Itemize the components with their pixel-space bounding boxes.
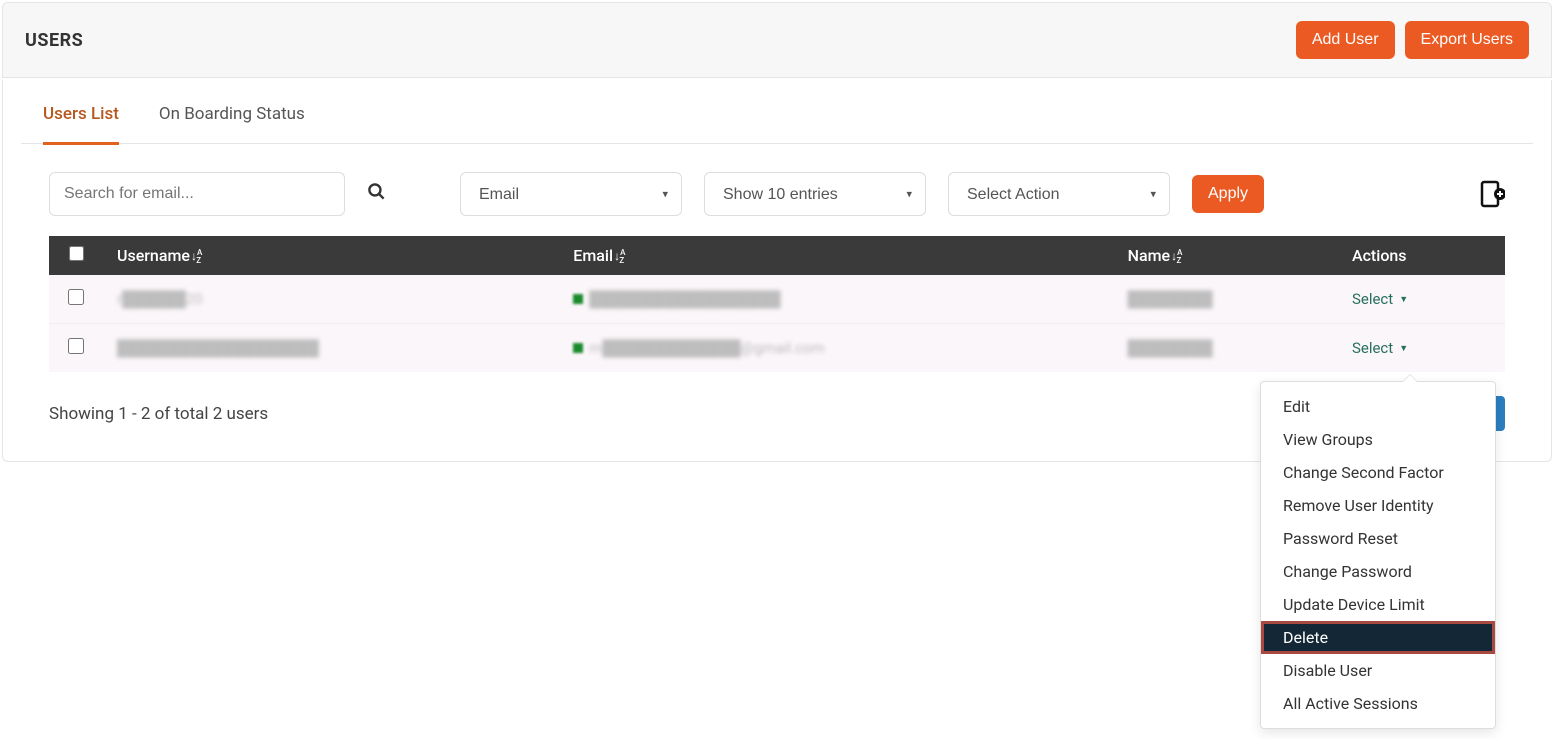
- status-dot-icon: [573, 294, 583, 304]
- row-actions-menu: Edit View Groups Change Second Factor Re…: [1260, 381, 1496, 729]
- row-checkbox[interactable]: [68, 289, 84, 305]
- col-email[interactable]: Email↓AZ: [559, 236, 1113, 275]
- menu-delete[interactable]: Delete: [1261, 621, 1495, 654]
- row-select-label: Select: [1352, 290, 1393, 308]
- dropdown-caret-icon: [1403, 375, 1417, 382]
- caret-down-icon: ▼: [1399, 343, 1408, 354]
- table-row: r██████20 ██████████████████ ████████ Se…: [49, 275, 1505, 324]
- row-select-dropdown[interactable]: Select ▼: [1352, 290, 1408, 308]
- col-name-label: Name: [1128, 246, 1170, 265]
- select-all-checkbox[interactable]: [69, 246, 84, 261]
- row-checkbox[interactable]: [68, 338, 84, 354]
- cell-email: ██████████████████: [589, 290, 780, 308]
- menu-change-second-factor[interactable]: Change Second Factor: [1261, 456, 1495, 489]
- menu-remove-user-identity[interactable]: Remove User Identity: [1261, 489, 1495, 522]
- menu-update-device-limit[interactable]: Update Device Limit: [1261, 588, 1495, 621]
- col-name[interactable]: Name↓AZ: [1114, 236, 1338, 275]
- col-username[interactable]: Username↓AZ: [103, 236, 559, 275]
- page-title: USERS: [25, 30, 83, 51]
- filter-row: Email ▾ Show 10 entries ▾ Select Action …: [3, 144, 1551, 236]
- page-header: USERS Add User Export Users: [2, 2, 1552, 78]
- menu-password-reset[interactable]: Password Reset: [1261, 522, 1495, 555]
- tab-onboarding-status[interactable]: On Boarding Status: [159, 104, 305, 143]
- tabs: Users List On Boarding Status: [21, 80, 1533, 144]
- caret-down-icon: ▼: [1399, 294, 1408, 305]
- header-buttons: Add User Export Users: [1296, 21, 1529, 59]
- cell-username: ███████████████████: [117, 339, 319, 357]
- col-actions-label: Actions: [1352, 246, 1407, 265]
- table-header-row: Username↓AZ Email↓AZ Name↓AZ Actions: [49, 236, 1505, 275]
- export-users-button[interactable]: Export Users: [1405, 21, 1529, 59]
- col-actions: Actions: [1338, 236, 1505, 275]
- sort-icon: ↓AZ: [191, 249, 201, 263]
- cell-name: ████████: [1128, 290, 1213, 308]
- export-device-icon[interactable]: [1479, 180, 1505, 208]
- menu-all-active-sessions[interactable]: All Active Sessions: [1261, 687, 1495, 720]
- sort-icon: ↓AZ: [614, 249, 624, 263]
- email-field-select[interactable]: Email ▾: [460, 172, 682, 216]
- tab-users-list[interactable]: Users List: [43, 104, 119, 145]
- menu-disable-user[interactable]: Disable User: [1261, 654, 1495, 687]
- col-check: [49, 236, 103, 275]
- apply-button[interactable]: Apply: [1192, 175, 1264, 213]
- action-select[interactable]: Select Action ▾: [948, 172, 1170, 216]
- add-user-button[interactable]: Add User: [1296, 21, 1395, 59]
- menu-view-groups[interactable]: View Groups: [1261, 423, 1495, 456]
- showing-text: Showing 1 - 2 of total 2 users: [49, 404, 268, 424]
- search-input[interactable]: [49, 172, 345, 216]
- cell-email: m█████████████@gmail.com: [589, 339, 824, 357]
- cell-username: r██████20: [117, 290, 203, 308]
- cell-name: ████████: [1128, 339, 1213, 357]
- users-table: Username↓AZ Email↓AZ Name↓AZ Actions r██…: [3, 236, 1551, 372]
- menu-change-password[interactable]: Change Password: [1261, 555, 1495, 588]
- col-username-label: Username: [117, 246, 190, 265]
- status-dot-icon: [573, 343, 583, 353]
- sort-icon: ↓AZ: [1171, 249, 1181, 263]
- col-email-label: Email: [573, 246, 613, 265]
- search-icon[interactable]: [367, 182, 386, 206]
- entries-select[interactable]: Show 10 entries ▾: [704, 172, 926, 216]
- row-select-dropdown[interactable]: Select ▼: [1352, 339, 1408, 357]
- menu-edit[interactable]: Edit: [1261, 390, 1495, 423]
- row-select-label: Select: [1352, 339, 1393, 357]
- table-row: ███████████████████ m█████████████@gmail…: [49, 324, 1505, 373]
